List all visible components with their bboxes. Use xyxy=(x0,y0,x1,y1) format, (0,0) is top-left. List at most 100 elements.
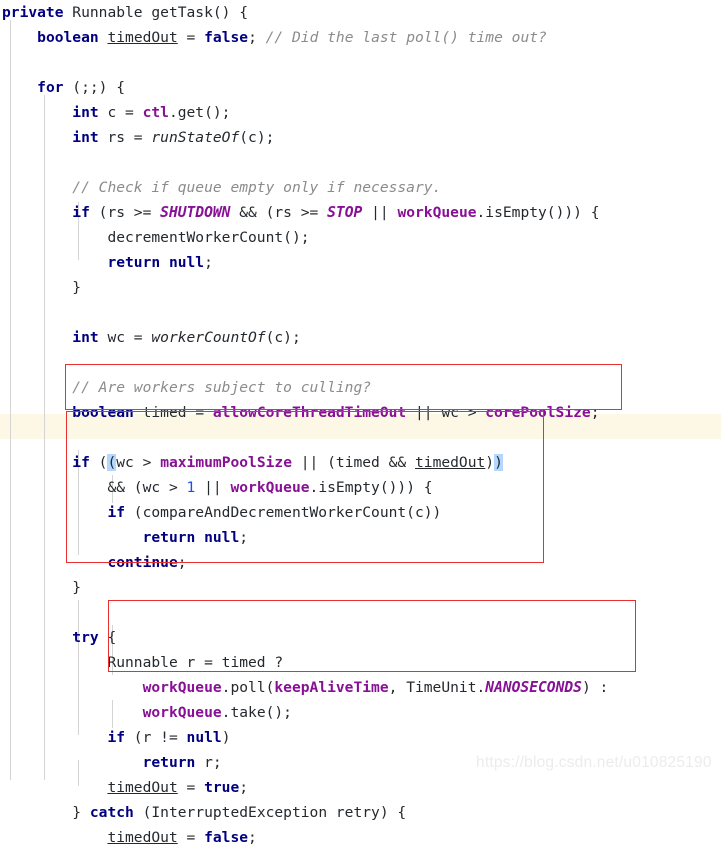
code-token-cmt: // Did the last poll() time out? xyxy=(265,29,547,46)
code-line[interactable]: if (rs >= SHUTDOWN && (rs >= STOP || wor… xyxy=(0,200,608,225)
code-token-kw: return xyxy=(107,254,161,271)
code-token-plain: , TimeUnit. xyxy=(388,679,486,696)
code-line[interactable] xyxy=(0,300,608,325)
code-line[interactable]: return null; xyxy=(0,250,608,275)
code-line[interactable]: && (wc > 1 || workQueue.isEmpty())) { xyxy=(0,475,608,500)
code-line[interactable]: if ((wc > maximumPoolSize || (timed && t… xyxy=(0,450,608,475)
code-token-plain: (c); xyxy=(265,329,301,346)
code-token-plain: Runnable r = timed ? xyxy=(107,654,284,671)
code-line[interactable]: workQueue.poll(keepAliveTime, TimeUnit.N… xyxy=(0,675,609,700)
code-line[interactable]: try { xyxy=(0,625,608,650)
code-token-kw: null xyxy=(204,529,240,546)
code-token-localvar: timedOut xyxy=(107,779,178,796)
code-line[interactable]: boolean timed = allowCoreThreadTimeOut |… xyxy=(0,400,608,425)
code-line[interactable]: for (;;) { xyxy=(0,75,608,100)
code-token-kw: true xyxy=(204,779,240,796)
code-line[interactable]: workQueue.take(); xyxy=(0,700,608,725)
code-token-plain: (;;) { xyxy=(63,79,126,96)
code-token-staticm: runStateOf xyxy=(151,129,240,146)
code-lines-container[interactable]: private Runnable getTask() { boolean tim… xyxy=(0,0,608,850)
code-token-kw: if xyxy=(107,504,126,521)
code-token-plain: } xyxy=(72,804,90,821)
code-token-plain: ; xyxy=(239,779,249,796)
code-token-plain: || xyxy=(362,204,398,221)
code-line[interactable] xyxy=(0,600,608,625)
code-line[interactable]: } xyxy=(0,275,608,300)
code-token-plain: ; xyxy=(177,554,187,571)
code-line[interactable]: Runnable r = timed ? xyxy=(0,650,608,675)
code-token-plain: decrementWorkerCount(); xyxy=(107,229,310,246)
code-token-plain: (c); xyxy=(239,129,275,146)
code-token-kw: if xyxy=(107,729,126,746)
code-token-num: 1 xyxy=(186,479,196,496)
code-line[interactable]: int rs = runStateOf(c); xyxy=(0,125,608,150)
code-line[interactable]: if (compareAndDecrementWorkerCount(c)) xyxy=(0,500,608,525)
code-token-plain: Runnable getTask() { xyxy=(63,4,249,21)
code-token-plain: ) xyxy=(485,454,495,471)
code-token-kw: continue xyxy=(107,554,178,571)
code-token-brkmatch: ( xyxy=(107,454,117,471)
code-line[interactable]: boolean timedOut = false; // Did the las… xyxy=(0,25,608,50)
code-line[interactable]: return null; xyxy=(0,525,608,550)
code-token-plain: ; xyxy=(239,529,249,546)
code-line[interactable] xyxy=(0,350,608,375)
code-line[interactable] xyxy=(0,425,608,450)
code-token-plain: ) xyxy=(221,729,231,746)
watermark-url: https://blog.csdn.net/u010825190 xyxy=(476,754,712,771)
code-line[interactable]: private Runnable getTask() { xyxy=(0,0,608,25)
code-line[interactable]: int wc = workerCountOf(c); xyxy=(0,325,608,350)
code-line[interactable]: // Are workers subject to culling? xyxy=(0,375,608,400)
code-line[interactable]: timedOut = true; xyxy=(0,775,608,800)
code-token-kw: int xyxy=(72,104,99,121)
code-token-kw: int xyxy=(72,329,99,346)
code-line[interactable]: // Check if queue empty only if necessar… xyxy=(0,175,608,200)
code-line[interactable]: continue; xyxy=(0,550,608,575)
code-token-kw: return xyxy=(142,529,196,546)
code-token-kw: boolean xyxy=(72,404,134,421)
code-line[interactable]: int c = ctl.get(); xyxy=(0,100,608,125)
code-line[interactable]: } catch (InterruptedException retry) { xyxy=(0,800,608,825)
code-token-kw: catch xyxy=(89,804,134,821)
code-token-plain: .poll( xyxy=(221,679,275,696)
code-line[interactable] xyxy=(0,150,608,175)
code-token-plain: ; xyxy=(204,254,213,271)
code-token-plain: && (wc > xyxy=(107,479,187,496)
code-line[interactable]: if (r != null) xyxy=(0,725,608,750)
code-token-kw: false xyxy=(204,829,249,846)
code-line[interactable]: decrementWorkerCount(); xyxy=(0,225,608,250)
code-line[interactable]: } xyxy=(0,575,608,600)
code-token-plain: ; xyxy=(248,29,266,46)
code-token-kw: for xyxy=(37,79,64,96)
code-token-field: workQueue xyxy=(142,679,222,696)
code-line[interactable] xyxy=(0,50,608,75)
code-token-kw: null xyxy=(186,729,222,746)
code-token-localvar: timedOut xyxy=(107,29,178,46)
code-token-plain: c = xyxy=(98,104,143,121)
code-token-plain: (compareAndDecrementWorkerCount(c)) xyxy=(125,504,442,521)
code-token-plain: } xyxy=(72,279,82,296)
code-line[interactable]: timedOut = false; xyxy=(0,825,608,850)
code-token-plain: = xyxy=(177,829,205,846)
code-token-field: workQueue xyxy=(142,704,222,721)
